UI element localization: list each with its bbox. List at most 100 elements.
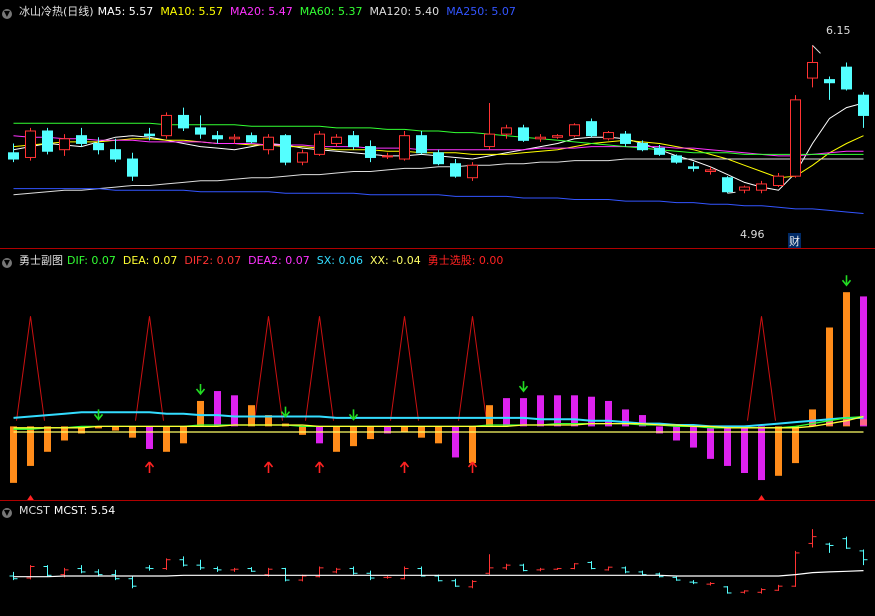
histogram-bar [826,327,833,427]
mcst-panel[interactable]: ▼ MCST MCST: 5.54 [0,500,875,616]
down-arrow-icon [280,406,291,418]
candle-up [756,183,767,191]
legend-ma20: MA20: 5.47 [230,5,293,18]
peak-signal-line [254,316,283,421]
histogram-bar [571,395,578,427]
finance-tag[interactable]: 财 [788,233,801,249]
indicator-title: 勇士副图 [19,254,63,267]
candle-up [382,155,393,158]
legend-ma250: MA250: 5.07 [446,5,516,18]
candle-down [365,146,376,158]
histogram-bar [44,426,51,452]
legend-dea2: DEA2: 0.07 [248,254,310,267]
histogram-bar [350,426,357,447]
chevron-down-icon[interactable]: ▼ [2,9,12,19]
candle-down [127,158,138,177]
candle-down [8,152,19,160]
histogram-bar [333,426,340,452]
indicator-panel[interactable]: ▼ 勇士副图 DIF: 0.07 DEA: 0.07 DIF2: 0.07 DEA2: 0… [0,248,875,501]
legend-ma5: MA5: 5.57 [97,5,154,18]
histogram-bar [554,395,561,427]
candle-down [654,147,665,155]
mcst-line [13,570,864,578]
down-arrow-icon [195,384,206,396]
candle-down [280,135,291,163]
histogram-bar [707,426,714,459]
peak-signal-line [135,316,164,421]
candle-up [535,136,546,140]
histogram-bar [758,426,765,481]
histogram-bar [843,292,850,427]
candle-down [42,130,53,152]
candle-up [603,132,614,140]
chevron-down-icon[interactable]: ▼ [2,508,12,518]
histogram-bar [316,426,323,444]
mcst-chart[interactable] [0,501,875,616]
main-chart-legend: ▼ 冰山冷热(日线) MA5: 5.57 MA10: 5.57 MA20: 5.47 MA… [2,3,523,19]
candle-up [59,138,70,151]
candle-down [416,135,427,154]
candle-down [348,135,359,148]
candle-down [178,114,189,129]
histogram-bar [520,398,527,427]
ma-line-ma5 [13,102,864,191]
legend-mcst: MCST: 5.54 [53,504,116,517]
down-arrow-icon [841,275,852,287]
high-price-label: 6.15 [826,24,851,37]
candle-down [433,152,444,165]
histogram-bar [486,405,493,427]
main-chart-panel[interactable]: ▼ 冰山冷热(日线) MA5: 5.57 MA10: 5.57 MA20: 5.47 MA… [0,0,875,249]
histogram-bar [503,398,510,427]
peak-signal-line [747,316,776,421]
high-marker [812,45,821,54]
candle-down [688,166,699,169]
histogram-bar [537,395,544,427]
legend-dea: DEA: 0.07 [122,254,178,267]
candle-up [25,130,36,158]
chevron-down-icon[interactable]: ▼ [2,258,12,268]
candle-down [858,94,869,116]
candle-up [484,133,495,148]
candle-up [229,136,240,140]
candle-up [501,127,512,135]
down-arrow-icon [93,409,104,421]
candle-up [552,135,563,138]
legend-stock-pick: 勇士选股: 0.00 [427,254,504,267]
peak-signal-line [305,316,334,421]
candle-down [671,155,682,163]
candle-up [790,99,801,177]
candle-up [161,114,172,137]
histogram-bar [690,426,697,448]
up-arrow-icon [467,461,478,473]
legend-dif: DIF: 0.07 [67,254,116,267]
low-marker [727,191,736,194]
candle-up [807,61,818,79]
candle-down [212,135,223,140]
histogram-bar [61,426,68,441]
indicator-chart[interactable] [0,249,875,501]
candlestick-chart[interactable] [0,0,875,248]
ma-line-ma250 [13,188,864,214]
candle-down [841,66,852,90]
histogram-bar [163,426,170,452]
candle-up [705,169,716,172]
candle-up [399,135,410,160]
histogram-bar [401,426,408,433]
candle-down [144,133,155,137]
legend-dif2: DIF2: 0.07 [184,254,242,267]
low-price-label: 4.96 [740,228,765,241]
legend-ma10: MA10: 5.57 [160,5,224,18]
candle-down [195,127,206,135]
legend-xx: XX: -0.04 [369,254,421,267]
signal-block [860,419,867,426]
histogram-bar [197,400,204,427]
mcst-title: MCST [19,504,50,517]
candle-down [246,135,257,143]
up-arrow-icon [144,461,155,473]
candle-up [739,186,750,191]
candle-up [331,136,342,144]
histogram-bar [775,426,782,476]
up-arrow-icon [399,461,410,473]
peak-signal-line [16,316,45,421]
candle-down [76,135,87,144]
